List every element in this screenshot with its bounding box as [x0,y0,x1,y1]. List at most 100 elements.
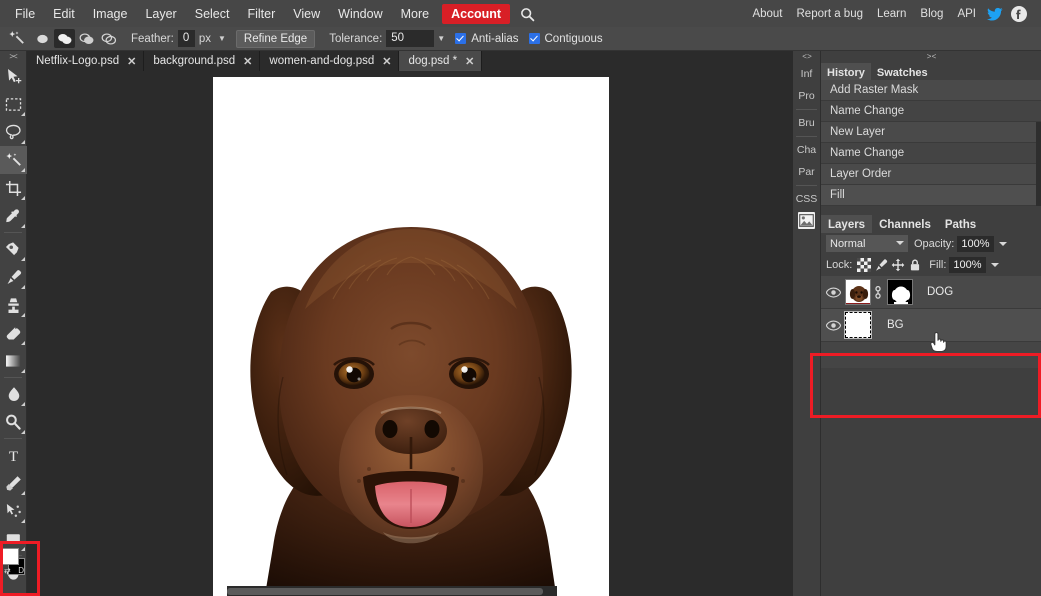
menu-item-report-a-bug[interactable]: Report a bug [790,3,871,25]
canvas-area[interactable] [27,71,793,596]
menu-item-more[interactable]: More [392,3,438,25]
menu-item-edit[interactable]: Edit [44,3,84,25]
path-selection-tool[interactable] [0,497,27,525]
crop-tool[interactable] [0,174,27,202]
layer-thumbnail-dog[interactable] [845,279,871,305]
document-tab-netflix-logo[interactable]: Netflix-Logo.psd ✕ [27,51,145,71]
menu-item-view[interactable]: View [284,3,329,25]
magic-wand-tool[interactable] [0,146,27,174]
tab-channels[interactable]: Channels [872,215,938,233]
menu-item-about[interactable]: About [745,3,789,25]
layer-row-dog[interactable]: DOG [821,276,1041,309]
history-item[interactable]: Name Change [821,101,1041,122]
dock-tab-character[interactable]: Cha [793,139,820,161]
collapse-arrows-icon[interactable]: >< [0,51,26,62]
clone-stamp-tool[interactable] [0,291,27,319]
dock-tab-paragraph[interactable]: Par [793,161,820,183]
lock-position-icon[interactable] [889,258,906,273]
gradient-tool[interactable] [0,347,27,375]
default-colors-label[interactable]: D [18,566,24,575]
menu-item-layer[interactable]: Layer [136,3,185,25]
twitter-icon[interactable] [983,7,1007,21]
history-item[interactable]: New Layer [821,122,1041,143]
history-item-selected[interactable]: Fill [821,185,1041,206]
close-icon[interactable]: ✕ [382,55,391,68]
menu-item-image[interactable]: Image [84,3,137,25]
dock-tab-brushes[interactable]: Bru [793,112,820,134]
patch-tool[interactable] [0,235,27,263]
blend-mode-select[interactable]: Normal [826,235,908,252]
layer-mask-thumbnail-dog[interactable] [887,279,913,305]
new-selection-button[interactable] [32,29,53,48]
layer-link-icon[interactable] [873,285,882,299]
document-tab-dog[interactable]: dog.psd * ✕ [399,51,483,71]
tab-history[interactable]: History [821,63,871,80]
swap-colors-icon[interactable]: ⇄ [4,566,11,575]
layer-visibility-icon[interactable] [821,319,845,331]
tolerance-dropdown-icon[interactable]: ▼ [437,34,445,44]
history-scrollbar[interactable] [1036,122,1041,206]
layer-thumbnail-bg[interactable] [844,311,872,339]
close-icon[interactable]: ✕ [127,55,136,68]
feather-dropdown-icon[interactable]: ▼ [218,34,226,44]
blur-tool[interactable] [0,380,27,408]
add-to-selection-button[interactable] [54,29,75,48]
eraser-tool[interactable] [0,319,27,347]
brush-tool[interactable] [0,263,27,291]
scrollbar-thumb[interactable] [227,588,543,595]
history-item[interactable]: Add Raster Mask [821,80,1041,101]
opacity-value[interactable]: 100% [957,235,994,252]
dock-tab-css[interactable]: CSS [793,188,820,210]
menu-item-blog[interactable]: Blog [913,3,950,25]
tab-paths[interactable]: Paths [938,215,983,233]
menu-item-window[interactable]: Window [329,3,391,25]
layer-name-bg[interactable]: BG [887,319,904,331]
refine-edge-button[interactable]: Refine Edge [235,29,316,48]
history-item[interactable]: Layer Order [821,164,1041,185]
search-icon[interactable] [514,5,543,22]
anti-alias-checkbox[interactable]: Anti-alias [455,33,519,45]
type-tool[interactable]: T [0,441,27,469]
tab-layers[interactable]: Layers [821,215,873,233]
move-tool[interactable] [0,62,27,90]
lasso-tool[interactable] [0,118,27,146]
document-canvas[interactable] [213,77,609,596]
menu-item-select[interactable]: Select [186,3,239,25]
history-list[interactable]: Add Raster Mask Name Change New Layer Na… [821,80,1041,206]
fill-dropdown-icon[interactable] [990,263,999,267]
collapse-arrows-icon[interactable]: > < [821,51,1041,63]
history-item[interactable]: Name Change [821,143,1041,164]
tolerance-input[interactable]: 50 [386,30,435,47]
foreground-color-swatch[interactable] [2,548,19,565]
lock-all-icon[interactable] [906,258,923,273]
eyedropper-tool[interactable] [0,202,27,230]
close-icon[interactable]: ✕ [465,55,474,68]
document-tab-background[interactable]: background.psd ✕ [144,51,261,71]
magic-wand-icon[interactable] [0,30,32,47]
close-icon[interactable]: ✕ [243,55,252,68]
account-button[interactable]: Account [442,3,511,24]
feather-input[interactable]: 0 [177,30,195,47]
document-tab-women-and-dog[interactable]: women-and-dog.psd ✕ [260,51,400,71]
dock-tab-info[interactable]: Inf [793,63,820,85]
intersect-selection-button[interactable] [98,29,119,48]
contiguous-checkbox[interactable]: Contiguous [528,33,603,45]
subtract-from-selection-button[interactable] [76,29,97,48]
dodge-tool[interactable] [0,408,27,436]
facebook-icon[interactable] [1007,5,1031,22]
horizontal-scrollbar[interactable] [227,586,557,596]
menu-item-learn[interactable]: Learn [870,3,913,25]
pen-tool[interactable] [0,469,27,497]
lock-paint-icon[interactable] [872,258,889,273]
image-icon[interactable] [798,212,815,229]
tab-swatches[interactable]: Swatches [871,63,934,80]
rectangular-marquee-tool[interactable] [0,90,27,118]
color-swatches[interactable]: ⇄ D [2,548,25,588]
fill-value[interactable]: 100% [949,257,986,273]
lock-transparency-icon[interactable] [855,258,872,273]
layer-name-dog[interactable]: DOG [927,286,953,298]
opacity-dropdown-icon[interactable] [998,241,1007,246]
collapse-arrows-icon[interactable]: < > [793,51,820,63]
menu-item-file[interactable]: File [6,3,44,25]
menu-item-filter[interactable]: Filter [238,3,284,25]
